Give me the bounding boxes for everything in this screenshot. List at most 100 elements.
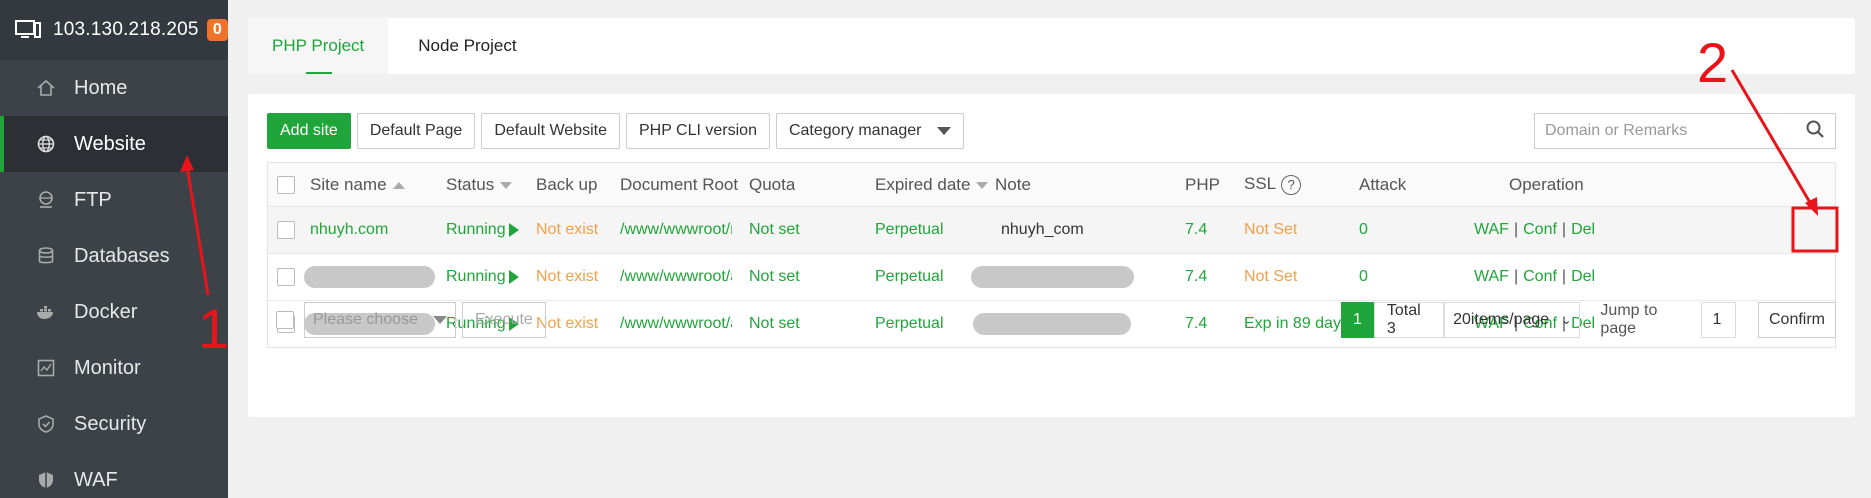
sidebar-item-label: Security (74, 412, 147, 435)
server-monitor-icon (15, 19, 41, 41)
table-header: Site name Status Back up Document Root Q… (268, 163, 1835, 206)
status-toggle[interactable]: Running (446, 221, 519, 239)
sidebar-item-label: WAF (74, 468, 118, 491)
quota-link[interactable]: Not set (749, 268, 800, 286)
default-page-button[interactable]: Default Page (356, 113, 476, 149)
site-panel: Add site Default Page Default Website PH… (248, 94, 1855, 417)
header-attack: Attack (1359, 174, 1407, 194)
server-ip: 103.130.218.205 (53, 19, 199, 40)
backup-link[interactable]: Not exist (536, 268, 598, 286)
site-name-link[interactable]: nhuyh.com (310, 221, 388, 239)
search-icon[interactable] (1805, 119, 1825, 144)
header-label: SSL (1244, 174, 1277, 194)
attack-count: 0 (1359, 221, 1368, 238)
sidebar-item-monitor[interactable]: Monitor (0, 340, 228, 396)
sidebar-item-label: Monitor (74, 356, 141, 379)
batch-action-select[interactable]: Please choose (304, 302, 456, 338)
expired-date-link[interactable]: Perpetual (875, 221, 944, 239)
redacted-note (971, 266, 1134, 288)
database-icon (36, 246, 56, 266)
operation-links: WAF | Conf | Del (1474, 268, 1595, 286)
sidebar-item-docker[interactable]: Docker (0, 284, 228, 340)
php-version-link[interactable]: 7.4 (1185, 221, 1207, 239)
status-toggle[interactable]: Running (446, 268, 519, 286)
sort-desc-icon (976, 181, 989, 189)
row-checkbox[interactable] (277, 221, 295, 239)
del-link[interactable]: Del (1571, 268, 1595, 285)
header-status[interactable]: Status (446, 174, 513, 195)
execute-button[interactable]: Execute (462, 302, 546, 338)
sort-asc-icon (392, 181, 405, 189)
sidebar-item-waf[interactable]: WAF (0, 452, 228, 498)
page-size-label: 20items/page (1453, 311, 1550, 328)
default-website-button[interactable]: Default Website (481, 113, 620, 149)
header-site-name[interactable]: Site name (310, 175, 405, 195)
table-footer: Please choose Execute 1 Total 3 20items/… (267, 302, 1836, 338)
separator: | (1561, 221, 1567, 238)
header-php: PHP (1185, 174, 1220, 194)
php-cli-version-button[interactable]: PHP CLI version (625, 113, 770, 149)
sort-desc-icon (500, 181, 513, 189)
backup-link[interactable]: Not exist (536, 221, 598, 239)
status-label: Running (446, 268, 506, 285)
waf-shield-icon (36, 470, 56, 490)
conf-link[interactable]: Conf (1523, 268, 1557, 285)
conf-link[interactable]: Conf (1523, 221, 1557, 238)
tab-php-project[interactable]: PHP Project (248, 18, 389, 74)
sidebar-item-databases[interactable]: Databases (0, 228, 228, 284)
expired-date-link[interactable]: Perpetual (875, 268, 944, 286)
separator: | (1513, 268, 1519, 285)
ssl-link[interactable]: Not Set (1244, 221, 1297, 239)
server-header[interactable]: 103.130.218.205 0 (0, 0, 228, 60)
jump-page-input[interactable]: 1 (1701, 302, 1736, 338)
attack-count: 0 (1359, 268, 1368, 285)
waf-link[interactable]: WAF (1474, 221, 1509, 238)
play-icon (508, 269, 519, 284)
page-size-select[interactable]: 20items/page ⌄ (1444, 302, 1581, 338)
batch-select-checkbox[interactable] (276, 311, 294, 329)
sidebar-item-home[interactable]: Home (0, 60, 228, 116)
add-site-button[interactable]: Add site (267, 113, 351, 149)
chevron-down-icon: ⌄ (1561, 313, 1572, 327)
sidebar-nav: Home Website FTP Databases Docker Monito… (0, 60, 228, 498)
sidebar-item-ftp[interactable]: FTP (0, 172, 228, 228)
search-input[interactable]: Domain or Remarks (1534, 113, 1836, 149)
header-label: Status (446, 174, 495, 194)
header-label: Site name (310, 174, 387, 194)
table-row: Running Not exist /www/wwwroot/ak Not se… (268, 253, 1835, 300)
del-link[interactable]: Del (1571, 221, 1595, 238)
sidebar-item-security[interactable]: Security (0, 396, 228, 452)
status-label: Running (446, 221, 506, 238)
confirm-button[interactable]: Confirm (1757, 302, 1836, 338)
doc-root-link[interactable]: /www/wwwroot/ak (620, 268, 732, 286)
header-label: Expired date (875, 174, 971, 194)
ssl-link[interactable]: Not Set (1244, 268, 1297, 286)
php-version-link[interactable]: 7.4 (1185, 268, 1207, 286)
waf-link[interactable]: WAF (1474, 268, 1509, 285)
shield-icon (36, 414, 56, 434)
sidebar-item-website[interactable]: Website (0, 116, 228, 172)
category-manager-select[interactable]: Category manager (775, 113, 964, 149)
sidebar: 103.130.218.205 0 Home Website FTP Datab… (0, 0, 228, 498)
row-checkbox[interactable] (277, 268, 295, 286)
doc-root-link[interactable]: /www/wwwroot/nh (620, 221, 732, 239)
header-backup: Back up (536, 174, 598, 194)
sidebar-item-label: Website (74, 132, 146, 155)
globe-icon (36, 134, 56, 154)
project-tabs: PHP Project Node Project (248, 18, 1855, 74)
sidebar-item-label: FTP (74, 188, 112, 211)
tab-node-project[interactable]: Node Project (394, 18, 540, 74)
current-page[interactable]: 1 (1341, 302, 1374, 338)
header-doc-root: Document Root (620, 174, 739, 194)
note-field[interactable]: nhuyh_com (1001, 221, 1084, 239)
select-all-checkbox[interactable] (277, 175, 295, 194)
toolbar: Add site Default Page Default Website PH… (267, 113, 964, 149)
help-icon[interactable]: ? (1281, 174, 1302, 195)
search-placeholder: Domain or Remarks (1545, 122, 1688, 139)
redacted-site-name (304, 266, 435, 288)
quota-link[interactable]: Not set (749, 221, 800, 239)
notification-badge[interactable]: 0 (206, 19, 228, 41)
header-ssl: SSL? (1244, 174, 1302, 195)
home-icon (36, 78, 56, 98)
header-expired[interactable]: Expired date (875, 174, 989, 195)
